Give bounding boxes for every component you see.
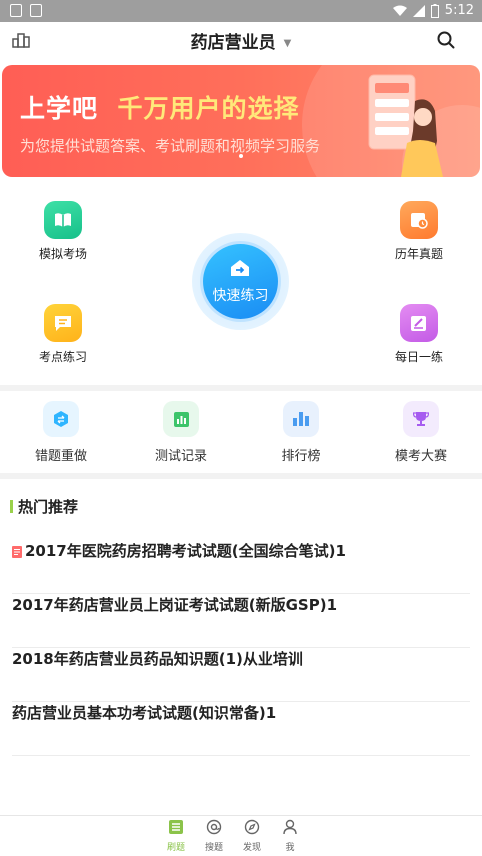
banner-pagination <box>2 143 480 162</box>
tab-me[interactable]: 我 <box>280 819 300 853</box>
subject-selector[interactable]: 药店营业员 ▼ <box>0 28 482 53</box>
tab-discover-label: 发现 <box>242 843 261 853</box>
search-icon[interactable] <box>436 30 456 50</box>
at-icon <box>206 819 222 835</box>
test-record-button[interactable]: 测试记录 <box>141 401 221 464</box>
hot-item-title: 2017年医院药房招聘考试试题(全国综合笔试)1 <box>25 542 346 560</box>
edit-icon <box>400 304 438 342</box>
status-time: 5:12 <box>444 3 474 18</box>
book-icon <box>44 201 82 239</box>
hot-item-title: 2017年药店营业员上岗证考试试题(新版GSP)1 <box>12 596 338 614</box>
point-practice-button[interactable]: 考点练习 <box>13 304 113 365</box>
past-papers-button[interactable]: 历年真题 <box>369 201 469 262</box>
point-practice-label: 考点练习 <box>38 350 87 364</box>
hot-item-0[interactable]: 2017年医院药房招聘考试试题(全国综合笔试)1 <box>12 540 470 594</box>
compass-icon <box>244 819 260 835</box>
mock-exam-label: 模拟考场 <box>38 247 87 261</box>
top-navigation: 药店营业员 ▼ <box>0 22 482 62</box>
tab-search[interactable]: 搜题 <box>204 819 224 853</box>
wrong-redo-label: 错题重做 <box>34 449 87 464</box>
tab-search-label: 搜题 <box>204 843 223 853</box>
battery-icon <box>430 3 439 18</box>
page-title: 药店营业员 <box>190 33 276 53</box>
hot-section-title: 热门推荐 <box>10 496 78 517</box>
notification-icon <box>10 4 22 17</box>
signal-icon <box>412 4 425 17</box>
trophy-icon <box>403 401 439 437</box>
quick-practice-label: 快速练习 <box>212 288 269 304</box>
daily-practice-label: 每日一练 <box>394 350 443 364</box>
tab-discover[interactable]: 发现 <box>242 819 262 853</box>
past-papers-label: 历年真题 <box>394 247 443 261</box>
calendar-clock-icon <box>400 201 438 239</box>
record-icon <box>163 401 199 437</box>
tab-practice-label: 刷题 <box>166 843 185 853</box>
mock-exam-button[interactable]: 模拟考场 <box>13 201 113 262</box>
hot-item-title: 药店营业员基本功考试试题(知识常备)1 <box>12 704 277 722</box>
section-divider-2 <box>0 473 482 479</box>
tab-me-label: 我 <box>285 843 295 853</box>
wifi-icon <box>392 5 407 16</box>
tab-practice[interactable]: 刷题 <box>166 819 186 853</box>
bottom-navigation: 刷题 搜题 发现 我 <box>0 815 482 856</box>
hot-item-title: 2018年药店营业员药品知识题(1)从业培训 <box>12 650 303 668</box>
section-divider <box>0 385 482 391</box>
status-bar: 5:12 <box>0 0 482 22</box>
user-icon <box>283 819 297 835</box>
test-record-label: 测试记录 <box>154 449 207 464</box>
hot-item-2[interactable]: 2018年药店营业员药品知识题(1)从业培训 <box>12 648 470 702</box>
ranking-label: 排行榜 <box>281 449 321 464</box>
hot-item-1[interactable]: 2017年药店营业员上岗证考试试题(新版GSP)1 <box>12 594 470 648</box>
ranking-button[interactable]: 排行榜 <box>261 401 341 464</box>
promo-banner[interactable]: 上学吧 千万用户的选择 为您提供试题答案、考试刷题和视频学习服务 <box>2 65 480 177</box>
chat-note-icon <box>44 304 82 342</box>
notification-icon-2 <box>30 4 42 17</box>
daily-practice-button[interactable]: 每日一练 <box>369 304 469 365</box>
redo-icon <box>43 401 79 437</box>
wrong-redo-button[interactable]: 错题重做 <box>21 401 101 464</box>
ranking-icon <box>283 401 319 437</box>
banner-headline: 上学吧 千万用户的选择 <box>20 94 300 123</box>
arrow-home-icon <box>231 260 249 276</box>
mock-contest-button[interactable]: 模考大赛 <box>381 401 461 464</box>
hot-item-3[interactable]: 药店营业员基本功考试试题(知识常备)1 <box>12 702 470 756</box>
list-icon <box>169 820 183 834</box>
paper-icon <box>12 546 22 558</box>
caret-down-icon: ▼ <box>283 37 292 49</box>
quick-practice-button[interactable]: 快速练习 <box>192 233 289 330</box>
mock-contest-label: 模考大赛 <box>394 449 447 464</box>
